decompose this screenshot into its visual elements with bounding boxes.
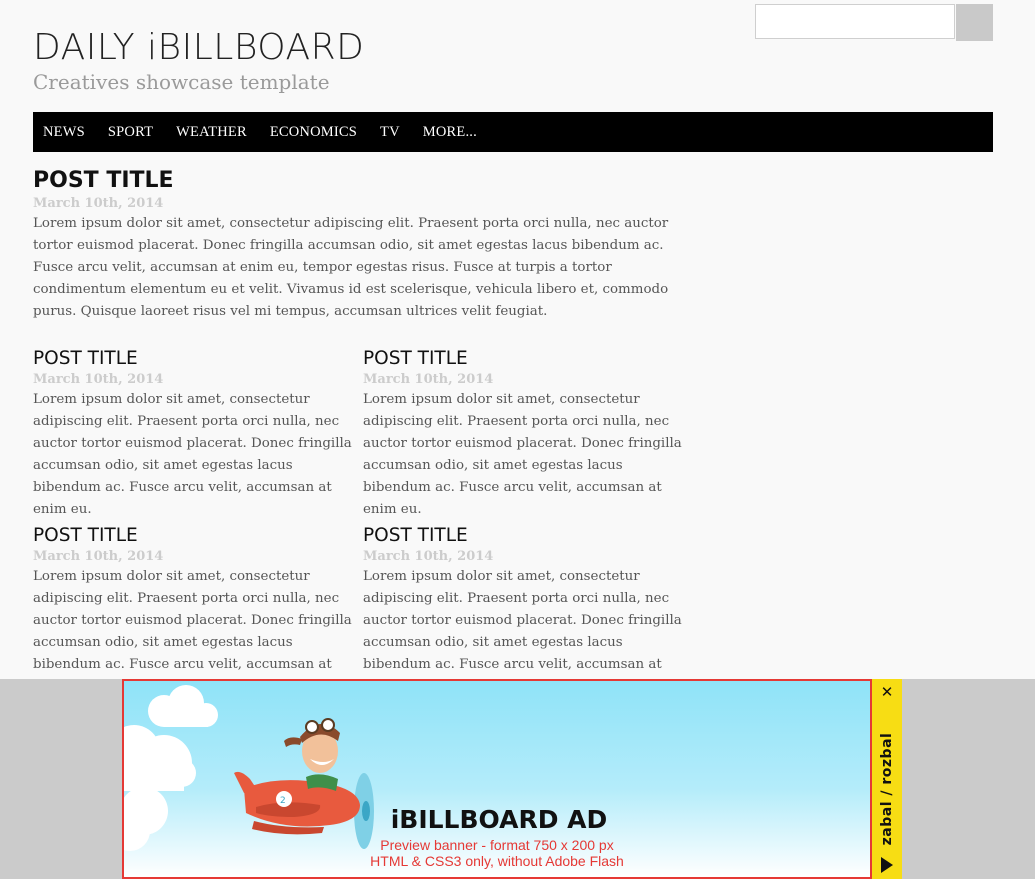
search-button[interactable] [956, 4, 993, 41]
post-title[interactable]: POST TITLE [33, 524, 359, 548]
ad-subtitle-line-1: Preview banner - format 750 x 200 px [380, 837, 614, 853]
nav-item-news[interactable]: NEWS [43, 124, 85, 141]
ad-banner[interactable]: 2 iBILLBOARD AD Preview banner - format … [122, 679, 872, 879]
ad-title: iBILLBOARD AD [390, 805, 608, 834]
post-title[interactable]: POST TITLE [33, 167, 701, 195]
post-title[interactable]: POST TITLE [33, 347, 359, 371]
main-nav: NEWS SPORT WEATHER ECONOMICS TV MORE... [33, 112, 993, 152]
nav-item-tv[interactable]: TV [380, 124, 400, 141]
post-body: Lorem ipsum dolor sit amet, consectetur … [363, 392, 682, 517]
nav-item-sport[interactable]: SPORT [108, 124, 153, 141]
search-form [755, 4, 993, 41]
post-title[interactable]: POST TITLE [363, 524, 693, 548]
post-card: POST TITLE March 10th, 2014 Lorem ipsum … [363, 347, 693, 521]
nav-item-economics[interactable]: ECONOMICS [270, 124, 357, 141]
ad-toggle-label[interactable]: zabal / rozbal [879, 709, 895, 869]
post-date: March 10th, 2014 [33, 549, 164, 564]
featured-post: POST TITLE March 10th, 2014 Lorem ipsum … [33, 167, 701, 323]
post-card: POST TITLE March 10th, 2014 Lorem ipsum … [363, 524, 693, 698]
site-title[interactable]: DAILY iBILLBOARD [33, 26, 364, 70]
post-body: Lorem ipsum dolor sit amet, consectetur … [33, 392, 352, 517]
nav-item-more[interactable]: MORE... [423, 124, 477, 141]
post-card: POST TITLE March 10th, 2014 Lorem ipsum … [33, 347, 359, 521]
post-date: March 10th, 2014 [33, 196, 164, 211]
triangle-right-icon[interactable] [881, 857, 893, 873]
close-icon[interactable]: ✕ [872, 683, 902, 701]
post-title[interactable]: POST TITLE [363, 347, 693, 371]
ad-bar: 2 iBILLBOARD AD Preview banner - format … [0, 679, 1035, 879]
ad-toggle[interactable]: ✕ zabal / rozbal [872, 679, 902, 879]
post-card: POST TITLE March 10th, 2014 Lorem ipsum … [33, 524, 359, 698]
post-date: March 10th, 2014 [363, 372, 494, 387]
search-input[interactable] [755, 4, 955, 39]
ad-subtitle-line-2: HTML & CSS3 only, without Adobe Flash [370, 853, 624, 869]
post-date: March 10th, 2014 [33, 372, 164, 387]
post-date: March 10th, 2014 [363, 549, 494, 564]
page: DAILY iBILLBOARD Creatives showcase temp… [0, 0, 1035, 879]
nav-item-weather[interactable]: WEATHER [176, 124, 247, 141]
site-subtitle: Creatives showcase template [33, 70, 330, 94]
post-body: Lorem ipsum dolor sit amet, consectetur … [33, 216, 669, 319]
